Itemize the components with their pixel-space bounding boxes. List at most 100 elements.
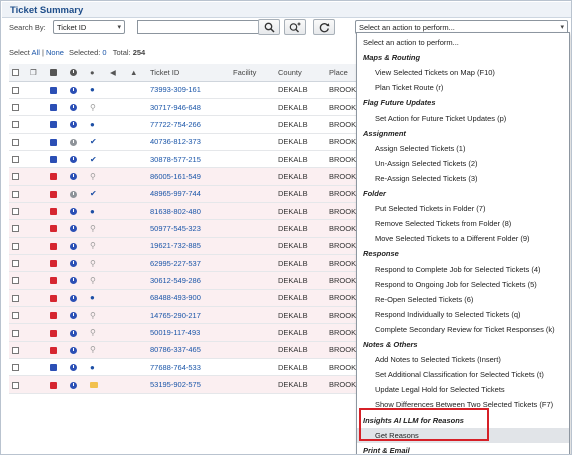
table-row[interactable]: ✔30878-577-215DEKALBBROOKHA (9, 150, 361, 169)
menu-item[interactable]: Update Legal Hold for Selected Tickets (357, 382, 569, 397)
menu-item[interactable]: Select an action to perform... (357, 35, 569, 50)
menu-item[interactable]: Plan Ticket Route (r) (357, 80, 569, 95)
add-search-button[interactable] (284, 19, 306, 35)
menu-item[interactable]: Complete Secondary Review for Ticket Res… (357, 322, 569, 337)
ticket-id-link[interactable]: 77722-754-266 (150, 120, 201, 129)
row-checkbox[interactable] (12, 329, 19, 337)
ticket-type-icon (50, 69, 57, 77)
menu-item[interactable]: Un-Assign Selected Tickets (2) (357, 156, 569, 171)
ticket-id-link[interactable]: 77688-764-533 (150, 363, 201, 372)
row-checkbox[interactable] (12, 260, 19, 268)
ticket-id-link[interactable]: 19621-732-885 (150, 241, 201, 250)
selection-summary: Select All | None Selected: 0 Total: 254 (9, 48, 146, 57)
clock-icon (70, 225, 77, 233)
table-row[interactable]: ⚲80786-337-465DEKALBBROOKHA (9, 341, 361, 360)
chevron-down-icon: ▾ (117, 24, 121, 31)
menu-item[interactable]: Remove Selected Tickets from Folder (8) (357, 216, 569, 231)
ticket-id-link[interactable]: 86005-161-549 (150, 172, 201, 181)
select-all-link[interactable]: All (32, 48, 40, 57)
row-checkbox[interactable] (12, 86, 19, 94)
ticket-id-link[interactable]: 50977-545-323 (150, 224, 201, 233)
ticket-id-link[interactable]: 48965-997-744 (150, 189, 201, 198)
table-row[interactable]: ●73993-309-161DEKALBBROOKHA (9, 81, 361, 99)
menu-section-header: Folder (363, 189, 386, 198)
ticket-id-link[interactable]: 68488-493-900 (150, 293, 201, 302)
table-row[interactable]: ✔40736-812-373DEKALBBROOKHA (9, 133, 361, 151)
ticket-id-link[interactable]: 53195-902-575 (150, 380, 201, 389)
ticket-id-link[interactable]: 73993-309-161 (150, 85, 201, 94)
row-checkbox[interactable] (12, 173, 19, 181)
row-checkbox[interactable] (12, 242, 19, 250)
menu-item[interactable]: Re-Assign Selected Tickets (3) (357, 171, 569, 186)
row-checkbox[interactable] (12, 121, 19, 129)
row-checkbox[interactable] (12, 225, 19, 233)
magnifier-icon: ⚲ (90, 327, 96, 337)
table-row[interactable]: ⚲30717-946-648DEKALBBROOKHA (9, 98, 361, 117)
row-checkbox[interactable] (12, 138, 19, 146)
menu-item[interactable]: Respond to Complete Job for Selected Tic… (357, 262, 569, 277)
ticket-id-link[interactable]: 50019-117-493 (150, 328, 200, 337)
ticket-type-icon (50, 346, 57, 354)
ticket-type-icon (50, 260, 57, 268)
row-checkbox[interactable] (12, 104, 19, 112)
magnifier-icon (264, 22, 275, 33)
ticket-type-icon (50, 294, 57, 302)
menu-item[interactable]: Respond to Ongoing Job for Selected Tick… (357, 277, 569, 292)
row-checkbox[interactable] (12, 294, 19, 302)
refresh-button[interactable] (313, 19, 335, 35)
table-row[interactable]: ⚲50977-545-323DEKALBBROOKHA (9, 219, 361, 238)
row-checkbox[interactable] (12, 381, 19, 389)
row-checkbox[interactable] (12, 277, 19, 285)
row-checkbox[interactable] (12, 190, 19, 198)
search-field-select[interactable]: Ticket ID ▾ (53, 20, 125, 34)
tag-icon: ◀ (110, 67, 116, 77)
ticket-id-link[interactable]: 80786-337-465 (150, 345, 201, 354)
county-header[interactable]: County (275, 64, 326, 82)
table-row[interactable]: ✔48965-997-744DEKALBBROOKHA (9, 185, 361, 203)
table-row[interactable]: ●77722-754-266DEKALBBROOKHA (9, 115, 361, 134)
select-all-checkbox-cell[interactable] (9, 64, 27, 82)
table-row[interactable]: ⚲14765-290-217DEKALBBROOKHA (9, 306, 361, 325)
ticket-id-header[interactable]: Ticket ID (147, 64, 230, 82)
search-input[interactable] (137, 20, 265, 34)
ticket-id-link[interactable]: 30612-549-286 (150, 276, 201, 285)
table-row[interactable]: ⚲50019-117-493DEKALBBROOKHA (9, 323, 361, 342)
menu-item[interactable]: Assign Selected Tickets (1) (357, 141, 569, 156)
ticket-id-link[interactable]: 30717-946-648 (150, 103, 201, 112)
menu-item[interactable]: Put Selected Tickets in Folder (7) (357, 201, 569, 216)
ticket-id-link[interactable]: 81638-802-480 (150, 207, 201, 216)
row-checkbox[interactable] (12, 156, 19, 164)
search-button[interactable] (258, 19, 280, 35)
row-checkbox[interactable] (12, 312, 19, 320)
select-none-link[interactable]: None (46, 48, 64, 57)
row-checkbox[interactable] (12, 346, 19, 354)
table-row[interactable]: ⚲30612-549-286DEKALBBROOKHA (9, 271, 361, 290)
menu-item[interactable]: Move Selected Tickets to a Different Fol… (357, 231, 569, 246)
ticket-id-link[interactable]: 62995-227-537 (150, 259, 201, 268)
ticket-id-link[interactable]: 14765-290-217 (150, 311, 201, 320)
header-checkbox[interactable] (12, 69, 19, 77)
table-row[interactable]: 53195-902-575DEKALBBROOKHA (9, 375, 361, 394)
facility-header[interactable]: Facility (230, 64, 275, 82)
zoom-in-icon (289, 22, 301, 33)
menu-item[interactable]: Set Action for Future Ticket Updates (p) (357, 111, 569, 126)
ticket-id-link[interactable]: 30878-577-215 (150, 155, 201, 164)
table-row[interactable]: ●81638-802-480DEKALBBROOKHA (9, 202, 361, 221)
table-row[interactable]: ⚲19621-732-885DEKALBBROOKHA (9, 237, 361, 255)
table-row[interactable]: ●68488-493-900DEKALBBROOKHA (9, 289, 361, 307)
county-cell: DEKALB (278, 327, 308, 337)
table-row[interactable]: ●77688-764-533DEKALBBROOKHA (9, 358, 361, 377)
menu-item[interactable]: Re-Open Selected Tickets (6) (357, 292, 569, 307)
county-cell: DEKALB (278, 310, 308, 320)
row-checkbox[interactable] (12, 208, 19, 216)
table-row[interactable]: ⚲86005-161-549DEKALBBROOKHA (9, 167, 361, 186)
menu-item[interactable]: Respond Individually to Selected Tickets… (357, 307, 569, 322)
ticket-type-icon (50, 173, 57, 181)
table-row[interactable]: ⚲62995-227-537DEKALBBROOKHA (9, 254, 361, 273)
ticket-id-link[interactable]: 40736-812-373 (150, 137, 201, 146)
menu-item[interactable]: Add Notes to Selected Tickets (Insert) (357, 352, 569, 367)
menu-item[interactable]: Set Additional Classification for Select… (357, 367, 569, 382)
row-checkbox[interactable] (12, 364, 19, 372)
menu-item[interactable]: View Selected Tickets on Map (F10) (357, 65, 569, 80)
ticket-type-icon (50, 121, 57, 129)
